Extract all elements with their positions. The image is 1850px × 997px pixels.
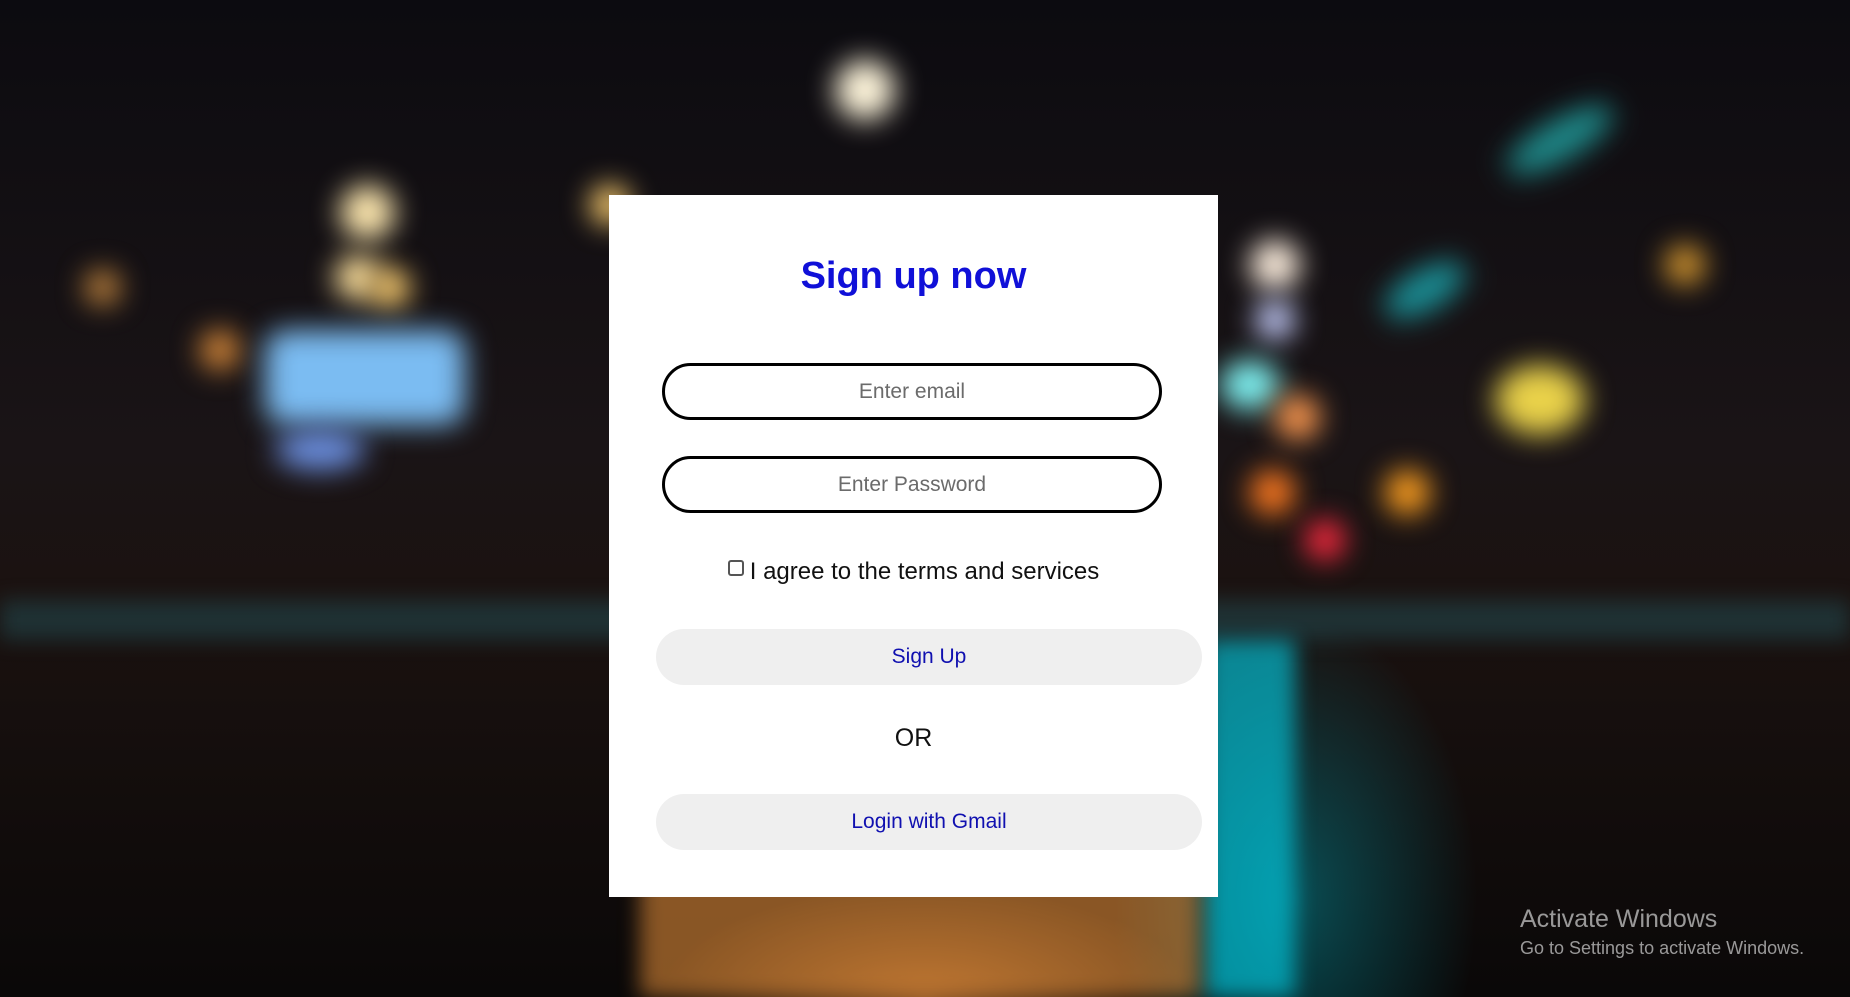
light-bokeh (1665, 245, 1705, 285)
light-bokeh (85, 270, 120, 305)
light-bokeh (1305, 520, 1345, 560)
sign-up-button[interactable]: Sign Up (656, 629, 1202, 685)
light-bokeh (1250, 470, 1295, 515)
light-bokeh (370, 268, 410, 308)
light-bokeh (1220, 360, 1280, 410)
sign-bokeh (1495, 365, 1585, 435)
light-bokeh (340, 185, 395, 240)
or-divider: OR (894, 724, 933, 752)
light-bokeh (275, 430, 365, 470)
password-input[interactable] (662, 456, 1162, 513)
watermark-title: Activate Windows (1520, 905, 1718, 933)
light-bokeh (1385, 470, 1430, 515)
light-bokeh (1255, 300, 1295, 340)
email-input[interactable] (662, 363, 1162, 420)
terms-row: I agree to the terms and services (609, 558, 1218, 586)
light-bokeh (1376, 250, 1474, 330)
page-title: Sign up now (800, 255, 1027, 297)
activate-windows-watermark: Activate Windows Go to Settings to activ… (1520, 905, 1804, 959)
cyan-road-reflection (1205, 640, 1295, 997)
streetlight-bokeh (835, 60, 895, 120)
light-bokeh (200, 330, 240, 370)
billboard-glow (265, 330, 465, 425)
signup-card: Sign up now I agree to the terms and ser… (609, 195, 1218, 897)
watermark-subtitle: Go to Settings to activate Windows. (1520, 938, 1805, 958)
terms-checkbox[interactable] (727, 560, 744, 576)
light-bokeh (1275, 395, 1320, 440)
login-with-gmail-button[interactable]: Login with Gmail (656, 794, 1202, 850)
light-bokeh (1250, 240, 1300, 290)
terms-label: I agree to the terms and services (749, 558, 1100, 585)
light-bokeh (1498, 92, 1622, 188)
